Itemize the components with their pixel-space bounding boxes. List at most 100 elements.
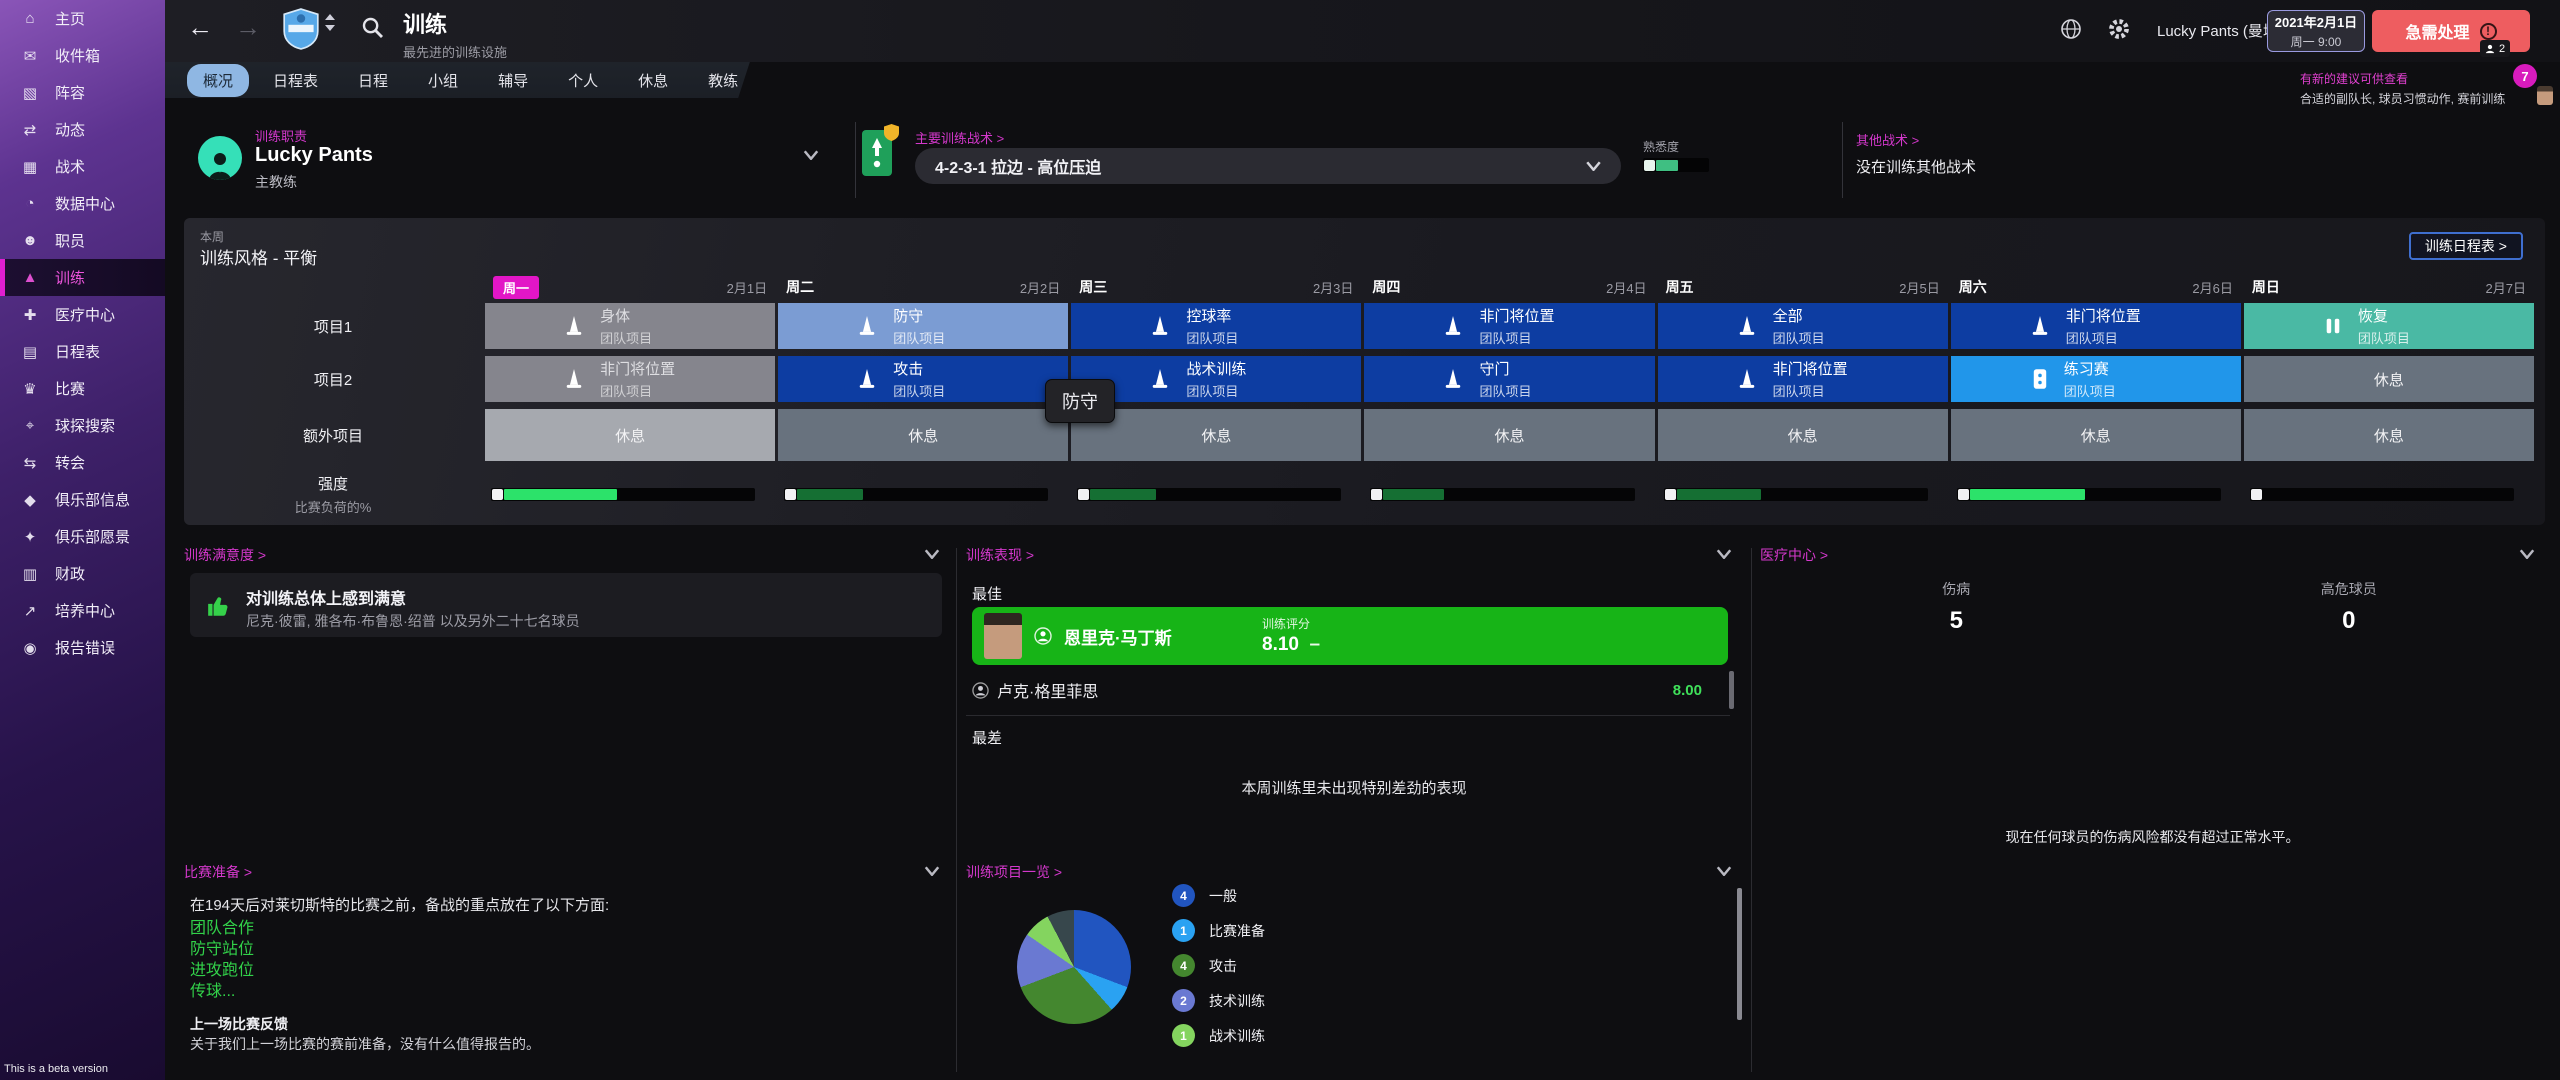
- risk-stat[interactable]: 高危球员 0: [2153, 579, 2546, 635]
- tab-6[interactable]: 个人: [552, 64, 614, 97]
- sidebar-item-2[interactable]: ✉收件箱: [0, 37, 165, 74]
- finances-icon: ▥: [20, 565, 40, 583]
- globe-icon[interactable]: [2060, 18, 2082, 40]
- chevron-down-icon[interactable]: [803, 150, 819, 160]
- session-cell[interactable]: 守门团队项目: [1364, 356, 1654, 402]
- tab-3[interactable]: 日程: [342, 64, 404, 97]
- sidebar-item-14[interactable]: ◆俱乐部信息: [0, 481, 165, 518]
- club-badge-icon[interactable]: [283, 8, 319, 50]
- session-cell[interactable]: 攻击团队项目: [778, 356, 1068, 402]
- game-date-button[interactable]: 2021年2月1日 周一 9:00: [2267, 10, 2365, 52]
- session-cell[interactable]: 非门将位置团队项目: [1364, 303, 1654, 349]
- session-cell[interactable]: 休息: [2244, 409, 2534, 461]
- sidebar-item-1[interactable]: ⌂主页: [0, 0, 165, 37]
- intensity-bar: [1077, 488, 1341, 501]
- day-header[interactable]: 周三2月3日: [1071, 276, 1361, 298]
- injuries-stat[interactable]: 伤病 5: [1760, 579, 2153, 635]
- forward-button[interactable]: →: [235, 12, 261, 43]
- session-cell[interactable]: 非门将位置团队项目: [1951, 303, 2241, 349]
- session-cell[interactable]: 非门将位置团队项目: [485, 356, 775, 402]
- sidebar-item-5[interactable]: ▦战术: [0, 148, 165, 185]
- scrollbar[interactable]: [1737, 888, 1742, 1020]
- best-player-card[interactable]: 恩里克·马丁斯 训练评分 8.10 –: [972, 607, 1728, 665]
- primary-tactic-link[interactable]: 主要训练战术 >: [915, 128, 1004, 147]
- sidebar-item-9[interactable]: ✚医疗中心: [0, 296, 165, 333]
- tactic-select[interactable]: 4-2-3-1 拉边 - 高位压迫: [915, 148, 1621, 184]
- chevron-down-icon[interactable]: [924, 866, 940, 876]
- other-tactics-link[interactable]: 其他战术 >: [1856, 130, 1919, 149]
- scrollbar[interactable]: [1729, 671, 1734, 709]
- player-rating-row[interactable]: 卢克·格里菲思 8.00: [972, 673, 1728, 707]
- back-button[interactable]: ←: [187, 12, 213, 43]
- sidebar-item-18[interactable]: ◉报告错误: [0, 629, 165, 666]
- session-cell[interactable]: 全部团队项目: [1658, 303, 1948, 349]
- time-text: 周一 9:00: [2291, 33, 2342, 50]
- session-text: 非门将位置团队项目: [1479, 305, 1575, 347]
- focus-link[interactable]: 防守站位: [190, 939, 254, 960]
- panel-title-link[interactable]: 训练表现 >: [966, 545, 1742, 565]
- day-date: 2月6日: [2192, 278, 2232, 297]
- sidebar-item-10[interactable]: ▤日程表: [0, 333, 165, 370]
- sidebar-item-4[interactable]: ⇄动态: [0, 111, 165, 148]
- training-calendar-button[interactable]: 训练日程表 >: [2409, 232, 2523, 260]
- session-title: 休息: [615, 425, 645, 446]
- panel-title-link[interactable]: 比赛准备 >: [184, 862, 950, 882]
- team-switcher-spinner[interactable]: [325, 14, 335, 31]
- sidebar-item-11[interactable]: ♛比赛: [0, 370, 165, 407]
- panel-title-link[interactable]: 训练满意度 >: [184, 545, 950, 565]
- tab-5[interactable]: 辅导: [482, 64, 544, 97]
- tab-7[interactable]: 休息: [622, 64, 684, 97]
- chevron-down-icon[interactable]: [1716, 549, 1732, 559]
- day-header[interactable]: 周六2月6日: [1951, 276, 2241, 298]
- focus-link[interactable]: 进攻跑位: [190, 960, 254, 981]
- session-cell[interactable]: 休息: [1951, 409, 2241, 461]
- sidebar-item-7[interactable]: ☻职员: [0, 222, 165, 259]
- session-cell[interactable]: 休息: [2244, 356, 2534, 402]
- focus-link[interactable]: 传球...: [190, 981, 254, 1002]
- focus-link[interactable]: 团队合作: [190, 918, 254, 939]
- session-title: 休息: [1788, 425, 1818, 446]
- chevron-down-icon[interactable]: [2519, 549, 2535, 559]
- session-cell[interactable]: 休息: [1364, 409, 1654, 461]
- legend-label: 比赛准备: [1209, 921, 1265, 941]
- day-header[interactable]: 周五2月5日: [1658, 276, 1948, 298]
- chevron-down-icon[interactable]: [1716, 866, 1732, 876]
- tab-2[interactable]: 日程表: [257, 64, 334, 97]
- session-text: 战术训练团队项目: [1186, 358, 1282, 400]
- session-cell[interactable]: 休息: [778, 409, 1068, 461]
- sidebar-item-16[interactable]: ▥ 财政: [0, 555, 165, 592]
- tab-1[interactable]: 概况: [187, 64, 249, 97]
- sidebar-item-12[interactable]: ⌖球探搜索: [0, 407, 165, 444]
- sidebar-item-17[interactable]: ↗培养中心: [0, 592, 165, 629]
- row-label-spacer: [184, 276, 482, 298]
- day-header[interactable]: 周二2月2日: [778, 276, 1068, 298]
- sidebar-item-6[interactable]: ◔数据中心: [0, 185, 165, 222]
- tab-4[interactable]: 小组: [412, 64, 474, 97]
- day-header[interactable]: 周日2月7日: [2244, 276, 2534, 298]
- session-cell[interactable]: 身体团队项目: [485, 303, 775, 349]
- sidebar-item-label: 财政: [55, 563, 85, 584]
- session-cell[interactable]: 休息: [485, 409, 775, 461]
- session-cell[interactable]: 练习赛团队项目: [1951, 356, 2241, 402]
- panel-title-link[interactable]: 医疗中心 >: [1760, 545, 2545, 565]
- gear-icon[interactable]: [2108, 18, 2130, 40]
- session-cell[interactable]: 休息: [1658, 409, 1948, 461]
- session-cell[interactable]: 非门将位置团队项目: [1658, 356, 1948, 402]
- day-header[interactable]: 周四2月4日: [1364, 276, 1654, 298]
- urgent-label: 急需处理: [2405, 19, 2469, 43]
- chevron-down-icon[interactable]: [924, 549, 940, 559]
- satisfaction-card[interactable]: 对训练总体上感到满意 尼克·彼雷, 雅各布·布鲁恩·绍普 以及另外二十七名球员: [190, 573, 942, 637]
- search-icon[interactable]: [361, 16, 385, 40]
- tab-8[interactable]: 教练: [692, 64, 754, 97]
- panel-title-link[interactable]: 训练项目一览 >: [966, 862, 1742, 882]
- sidebar-item-8[interactable]: ▲训练: [0, 259, 165, 296]
- session-cell[interactable]: 防守团队项目: [778, 303, 1068, 349]
- sidebar-item-3[interactable]: ▧阵容: [0, 74, 165, 111]
- schedule-header-row: 周一2月1日周二2月2日周三2月3日周四2月4日周五2月5日周六2月6日周日2月…: [184, 276, 2534, 298]
- session-cell[interactable]: 恢复团队项目: [2244, 303, 2534, 349]
- sidebar-item-15[interactable]: ✦俱乐部愿景: [0, 518, 165, 555]
- day-header[interactable]: 周一2月1日: [485, 276, 775, 298]
- session-cell[interactable]: 控球率团队项目: [1071, 303, 1361, 349]
- sidebar-item-13[interactable]: ⇆转会: [0, 444, 165, 481]
- session-subtitle: 团队项目: [2066, 328, 2162, 347]
